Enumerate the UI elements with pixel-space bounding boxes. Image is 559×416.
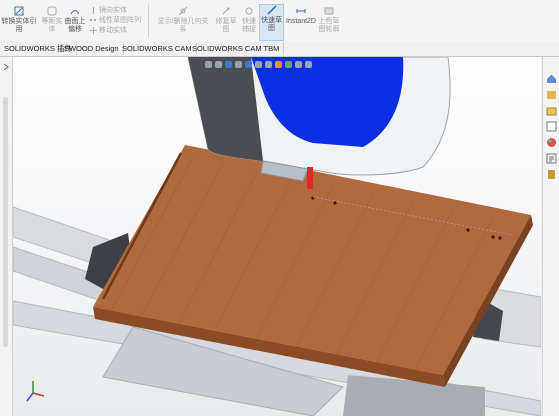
file-explorer-icon[interactable] xyxy=(546,105,557,116)
tab-solidworks-cam[interactable]: SOLIDWORKS CAM xyxy=(118,43,197,55)
command-manager-tabs: SOLIDWORKS 插件 SWOOD Design SOLIDWORKS CA… xyxy=(0,42,559,57)
zoom-area-icon[interactable] xyxy=(215,60,222,68)
vertical-scrollbar[interactable] xyxy=(3,97,8,347)
repair-sketch-label: 修复草图 xyxy=(215,18,237,33)
linear-pattern-icon xyxy=(90,19,96,21)
rapid-sketch-label: 快速草图 xyxy=(261,17,282,32)
offset-on-surface-icon xyxy=(70,10,80,15)
offset-entities-label: 等距实体 xyxy=(41,18,63,33)
relations-icon xyxy=(178,6,188,16)
frame-shadow xyxy=(343,375,485,416)
display-style-icon[interactable] xyxy=(255,60,262,68)
rapid-sketch-icon xyxy=(266,5,277,15)
section-view-icon[interactable] xyxy=(235,60,242,68)
zoom-to-fit-icon[interactable] xyxy=(205,60,212,68)
edit-appearance-icon[interactable] xyxy=(275,60,282,68)
display-relations-label: 显示/删除几何关系 xyxy=(157,18,209,33)
design-library-icon[interactable] xyxy=(546,89,557,100)
view-orientation-icon[interactable] xyxy=(245,60,252,68)
instant2d-icon xyxy=(296,9,306,13)
convert-entities-button[interactable]: 转换实体引用 xyxy=(0,6,38,38)
move-icon xyxy=(90,27,97,34)
move-entities-button[interactable]: 移动实体 xyxy=(90,26,127,35)
repair-sketch-button[interactable]: 修复草图 xyxy=(214,6,238,38)
heads-up-view-toolbar xyxy=(205,59,312,69)
axis-triad-icon xyxy=(26,381,45,402)
linear-pattern-label: 线性草图阵列 xyxy=(99,17,141,24)
convert-entities-label: 转换实体引用 xyxy=(1,18,37,33)
graphics-area[interactable] xyxy=(13,57,541,416)
display-pane-icon[interactable] xyxy=(305,60,312,68)
offset-on-surface-button[interactable]: 曲面上偏移 xyxy=(63,6,87,38)
machine-scene xyxy=(13,57,541,416)
drill-hole xyxy=(498,236,502,240)
offset-entities-icon xyxy=(47,6,57,16)
linear-pattern-button[interactable]: 线性草图阵列 xyxy=(90,16,141,25)
offset-on-surface-label: 曲面上偏移 xyxy=(64,18,86,33)
tab-swood-design[interactable]: SWOOD Design xyxy=(60,43,124,55)
instant2d-label: Instant2D xyxy=(286,18,316,25)
shaded-contours-icon xyxy=(324,7,334,15)
shaded-sketch-contours-label: 上色草图轮廓 xyxy=(318,18,340,33)
feature-manager-collapsed xyxy=(0,57,13,416)
appearances-icon[interactable] xyxy=(546,137,557,148)
quick-snaps-button[interactable]: 快速捕捉 xyxy=(240,6,258,38)
offset-entities-button[interactable]: 等距实体 xyxy=(39,6,65,38)
repair-sketch-icon xyxy=(222,7,230,15)
mirror-icon xyxy=(93,7,94,14)
cutting-tool xyxy=(307,167,313,189)
ribbon-separator xyxy=(148,4,149,37)
solidworks-resources-icon[interactable] xyxy=(546,169,557,180)
command-ribbon: 转换实体引用 等距实体 曲面上偏移 镜向实体 线性草图阵列 移动实体 显示/删除… xyxy=(0,0,559,43)
view-palette-icon[interactable] xyxy=(546,121,557,132)
quick-snaps-icon xyxy=(245,7,253,15)
apply-scene-icon[interactable] xyxy=(285,60,292,68)
quick-snaps-label: 快速捕捉 xyxy=(242,18,256,33)
hide-show-icon[interactable] xyxy=(265,60,272,68)
instant2d-button[interactable]: Instant2D xyxy=(285,6,317,38)
mirror-entities-button[interactable]: 镜向实体 xyxy=(90,6,127,15)
drill-hole xyxy=(491,235,495,239)
view-settings-icon[interactable] xyxy=(295,60,302,68)
task-pane-tabs xyxy=(542,57,559,416)
convert-entities-icon xyxy=(14,6,24,16)
tab-solidworks-cam-tbm[interactable]: SOLIDWORKS CAM TBM xyxy=(188,43,285,55)
shaded-sketch-contours-button[interactable]: 上色草图轮廓 xyxy=(318,6,340,38)
mirror-entities-label: 镜向实体 xyxy=(99,7,127,14)
previous-view-icon[interactable] xyxy=(225,60,232,68)
move-entities-label: 移动实体 xyxy=(99,27,127,34)
drill-hole xyxy=(466,228,470,232)
drill-hole xyxy=(333,201,337,205)
expand-arrow-icon[interactable] xyxy=(0,61,12,73)
rapid-sketch-button[interactable]: 快速草图 xyxy=(259,4,284,41)
home-icon[interactable] xyxy=(546,73,557,84)
custom-properties-icon[interactable] xyxy=(546,153,557,164)
display-relations-button[interactable]: 显示/删除几何关系 xyxy=(157,6,209,38)
